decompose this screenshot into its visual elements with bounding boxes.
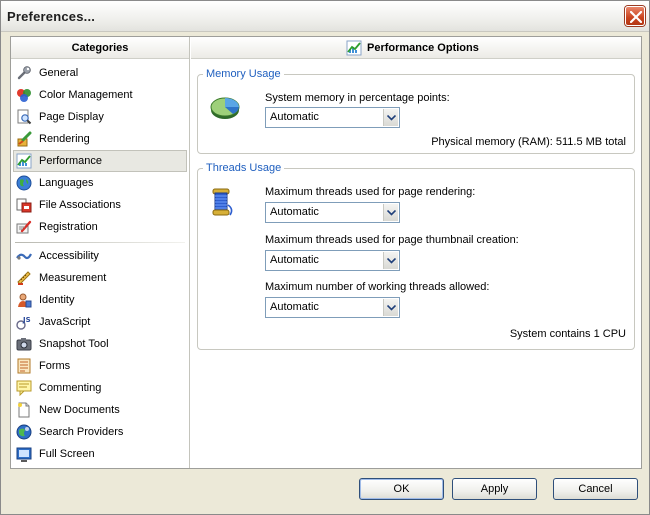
sidebar-item-label: Accessibility [39,250,99,262]
dropdown-button[interactable] [383,299,398,316]
chevron-down-icon [387,115,396,121]
memory-pie-icon [210,97,240,119]
performance-chart-icon [346,40,362,56]
memory-usage-title: Memory Usage [203,67,284,81]
rendering-threads-select[interactable]: Automatic [265,202,400,223]
category-separator [15,242,185,243]
person-icon [18,293,32,308]
window-title: Preferences... [7,9,96,24]
sidebar-item-new-documents[interactable]: New Documents [13,399,187,421]
chevron-down-icon [387,258,396,264]
javascript-icon: JS [16,316,31,330]
working-threads-select[interactable]: Automatic [265,297,400,318]
sidebar-item-label: Commenting [39,382,102,394]
options-title: Performance Options [367,42,479,54]
sidebar-item-label: Identity [39,294,75,306]
sidebar-item-label: Rendering [39,133,90,145]
sidebar-item-label: Page Display [39,111,104,123]
palette-icon [17,89,31,102]
preferences-content: Categories General Color Management Page… [10,36,642,469]
accessibility-icon [16,253,32,260]
sidebar-item-accessibility[interactable]: Accessibility [13,245,187,267]
sidebar-item-label: Full Screen [39,448,95,460]
full-screen-icon [16,447,32,462]
sidebar-item-label: Languages [39,177,94,189]
registration-pen-icon [16,220,32,234]
sidebar-item-label: Search Providers [39,426,124,438]
memory-percentage-select[interactable]: Automatic [265,107,400,128]
sidebar-item-color-management[interactable]: Color Management [13,84,187,106]
sidebar-item-label: Performance [39,155,102,167]
sidebar-item-forms[interactable]: Forms [13,355,187,377]
sidebar-item-commenting[interactable]: Commenting [13,377,187,399]
select-value: Automatic [270,254,319,266]
sidebar-item-label: New Documents [39,404,120,416]
title-bar[interactable]: Preferences... [1,1,649,32]
select-value: Automatic [270,301,319,313]
select-value: Automatic [270,111,319,123]
wrench-icon [17,66,31,80]
sidebar-item-label: Forms [39,360,71,372]
sidebar-item-measurement[interactable]: Measurement [13,267,187,289]
sidebar-item-label: File Associations [39,199,121,211]
svg-text:JS: JS [22,316,31,324]
threads-usage-title: Threads Usage [203,161,285,175]
sidebar-item-performance[interactable]: Performance [13,150,187,172]
categories-header: Categories [11,37,189,59]
sidebar-item-identity[interactable]: Identity [13,289,187,311]
preferences-window: Preferences... Categories General Color … [0,0,650,515]
close-button[interactable] [625,6,645,26]
close-icon [630,11,642,23]
sidebar-item-label: Registration [39,221,98,233]
search-globe-icon [16,424,32,440]
sidebar-item-rendering[interactable]: Rendering [13,128,187,150]
sidebar-item-full-screen[interactable]: Full Screen [13,443,187,465]
sidebar-item-snapshot-tool[interactable]: Snapshot Tool [13,333,187,355]
thumbnail-threads-select[interactable]: Automatic [265,250,400,271]
camera-icon [16,338,32,351]
performance-chart-icon [16,153,32,169]
physical-memory-info: Physical memory (RAM): 511.5 MB total [431,136,626,148]
memory-usage-group: Memory Usage System memory in percentage… [197,67,635,154]
new-document-icon [18,402,30,418]
rendering-brush-icon [17,131,32,147]
threads-usage-group: Threads Usage Maximum threads used for p… [197,161,635,350]
sidebar-item-languages[interactable]: Languages [13,172,187,194]
sidebar-item-javascript[interactable]: JS JavaScript [13,311,187,333]
sidebar-item-file-associations[interactable]: File Associations [13,194,187,216]
chevron-down-icon [387,210,396,216]
sidebar-item-page-display[interactable]: Page Display [13,106,187,128]
cancel-button[interactable]: Cancel [553,478,638,500]
sidebar-item-label: Measurement [39,272,107,284]
page-magnifier-icon [17,109,32,125]
working-threads-label: Maximum number of working threads allowe… [265,281,490,293]
dropdown-button[interactable] [383,204,398,221]
cpu-count-info: System contains 1 CPU [509,328,626,340]
globe-icon [16,175,32,191]
ruler-icon [17,271,31,285]
performance-options-pane: Performance Options Memory Usage System … [191,37,641,468]
file-associations-icon [16,198,32,213]
thumbnail-threads-label: Maximum threads used for page thumbnail … [265,234,519,246]
sidebar-item-label: Color Management [39,89,133,101]
sidebar-item-search-providers[interactable]: Search Providers [13,421,187,443]
sidebar-item-general[interactable]: General [13,62,187,84]
categories-pane: Categories General Color Management Page… [11,37,190,468]
thread-spool-icon [212,188,233,216]
sidebar-item-label: JavaScript [39,316,91,328]
memory-field-label: System memory in percentage points: [265,92,450,104]
form-icon [17,358,31,374]
comment-icon [16,380,32,396]
options-header: Performance Options [191,37,641,59]
sidebar-item-label: General [39,67,79,79]
apply-button[interactable]: Apply [452,478,537,500]
dropdown-button[interactable] [383,252,398,269]
rendering-threads-label: Maximum threads used for page rendering: [265,186,476,198]
sidebar-item-label: Snapshot Tool [39,338,109,350]
dropdown-button[interactable] [383,109,398,126]
chevron-down-icon [387,305,396,311]
select-value: Automatic [270,206,319,218]
ok-button[interactable]: OK [359,478,444,500]
sidebar-item-registration[interactable]: Registration [13,216,187,238]
